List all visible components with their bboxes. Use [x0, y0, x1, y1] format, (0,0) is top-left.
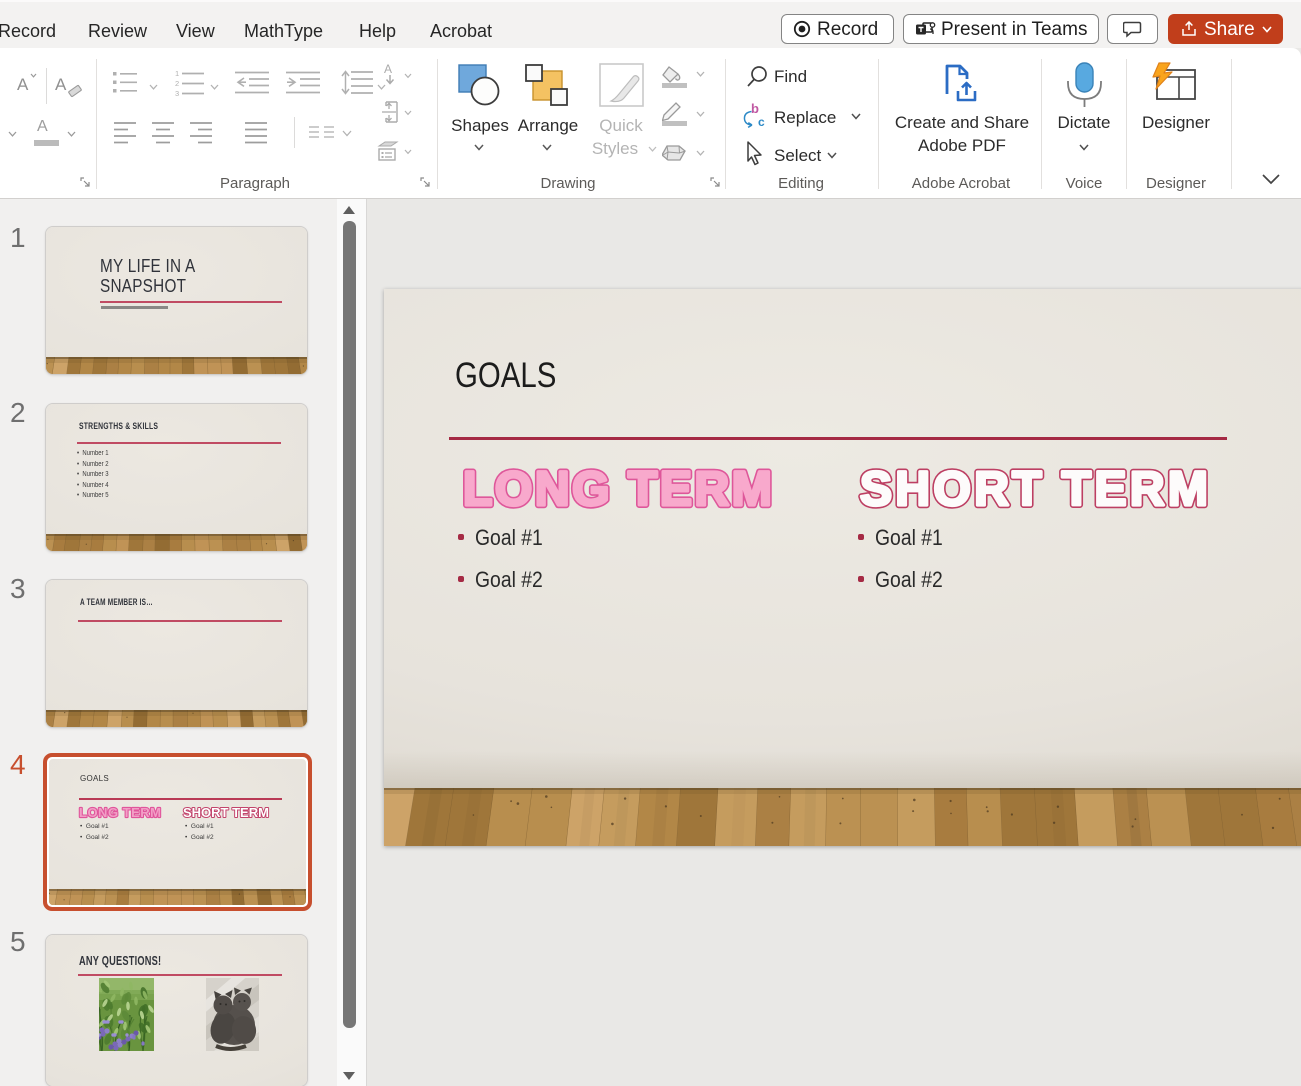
svg-text:LONG TERM: LONG TERM	[463, 463, 774, 516]
svg-text:SHORT TERM: SHORT TERM	[860, 463, 1211, 516]
svg-text:b: b	[751, 102, 759, 116]
svg-text:3: 3	[175, 89, 179, 97]
svg-text:c: c	[758, 115, 765, 129]
svg-text:LONG TERM: LONG TERM	[79, 805, 162, 820]
svg-text:2: 2	[175, 79, 179, 88]
svg-text:A: A	[384, 62, 392, 76]
svg-text:1: 1	[175, 69, 179, 78]
svg-text:SHORT TERM: SHORT TERM	[183, 805, 269, 820]
